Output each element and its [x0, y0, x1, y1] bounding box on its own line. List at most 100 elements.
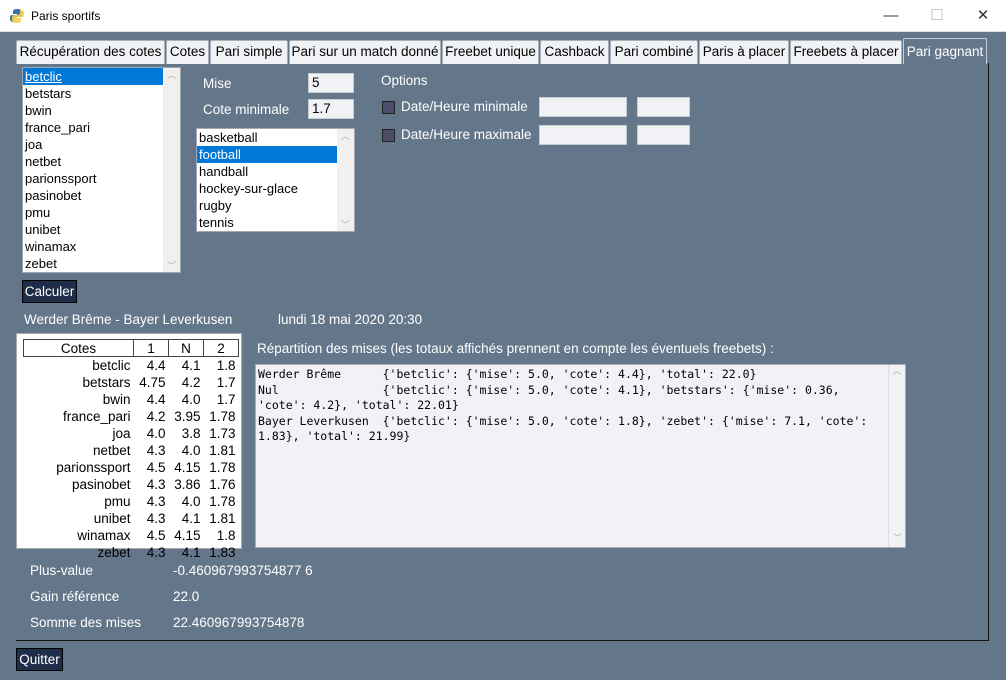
chevron-up-icon[interactable]: ︿ — [163, 68, 180, 81]
close-button[interactable]: ✕ — [960, 0, 1006, 32]
python-icon — [10, 9, 24, 23]
tab-1[interactable]: Cotes — [166, 40, 209, 64]
scrollbar[interactable]: ︿ ﹀ — [888, 365, 905, 547]
tab-6[interactable]: Pari combiné — [610, 40, 698, 64]
bookmaker-item[interactable]: zebet — [23, 255, 163, 272]
sport-item[interactable]: tennis — [197, 214, 337, 231]
bookmaker-item[interactable]: pasinobet — [23, 187, 163, 204]
result-label: Plus-value — [30, 563, 94, 578]
repartition-label: Répartition des mises (les totaux affich… — [257, 341, 774, 356]
table-cell: 4.5 — [146, 528, 166, 543]
quitter-button[interactable]: Quitter — [16, 648, 63, 671]
sport-listbox[interactable]: basketball football handball hockey-sur-gla… — [196, 128, 355, 232]
sport-item[interactable]: hockey-sur-glace — [197, 180, 337, 197]
table-cell: bwin — [102, 392, 131, 407]
column-header[interactable]: 1 — [133, 339, 169, 357]
table-row: betstars 4.75 4.2 1.7 — [24, 374, 239, 391]
table-cell: 1.8 — [216, 528, 236, 543]
tab-7[interactable]: Paris à placer — [699, 40, 789, 64]
table-row: joa 4.0 3.8 1.73 — [24, 425, 239, 442]
date-max-date-input[interactable] — [539, 125, 627, 145]
table-cell: 1.78 — [209, 409, 236, 424]
bookmaker-item[interactable]: netbet — [23, 153, 163, 170]
column-header[interactable]: Cotes — [23, 339, 134, 357]
chevron-down-icon[interactable]: ﹀ — [337, 218, 354, 231]
table-row: pasinobet 4.3 3.86 1.76 — [24, 476, 239, 493]
repartition-textarea[interactable]: Werder Brême {'betclic': {'mise': 5.0, '… — [255, 364, 906, 548]
bookmaker-item[interactable]: unibet — [23, 221, 163, 238]
table-row: france_pari 4.2 3.95 1.78 — [24, 408, 239, 425]
date-min-date-input[interactable] — [539, 97, 627, 117]
calculer-button[interactable]: Calculer — [22, 280, 77, 303]
date-max-time-input[interactable] — [637, 125, 690, 145]
table-cell: 1.7 — [216, 392, 236, 407]
tab-9[interactable]: Pari gagnant — [903, 38, 987, 64]
table-cell: 4.15 — [174, 460, 201, 475]
mise-input[interactable]: 5 — [308, 73, 354, 93]
minimize-button[interactable]: — — [868, 0, 914, 32]
table-row: parionssport 4.5 4.15 1.78 — [24, 459, 239, 476]
bookmaker-item[interactable]: winamax — [23, 238, 163, 255]
sport-item[interactable]: football — [197, 146, 337, 163]
tab-8[interactable]: Freebets à placer — [790, 40, 902, 64]
sport-item[interactable]: basketball — [197, 129, 337, 146]
table-cell: 4.5 — [146, 460, 166, 475]
sport-item[interactable]: rugby — [197, 197, 337, 214]
table-cell: 4.3 — [146, 477, 166, 492]
maximize-button[interactable]: ☐ — [914, 0, 960, 32]
chevron-up-icon[interactable]: ︿ — [889, 365, 905, 381]
tab-3[interactable]: Pari sur un match donné — [289, 40, 441, 64]
table-cell: unibet — [93, 511, 131, 526]
scrollbar[interactable]: ︿ ﹀ — [337, 129, 354, 231]
chevron-down-icon[interactable]: ﹀ — [889, 532, 906, 548]
table-cell: 1.81 — [209, 511, 236, 526]
table-cell: 3.86 — [174, 477, 201, 492]
bookmaker-item[interactable]: france_pari — [23, 119, 163, 136]
options-label: Options — [381, 73, 428, 88]
cote-minimale-input[interactable]: 1.7 — [308, 99, 354, 119]
bookmaker-listbox[interactable]: betclic betstars bwin france_pari joa netbet p… — [22, 67, 181, 273]
bookmaker-item[interactable]: betclic — [23, 68, 163, 85]
bookmaker-item[interactable]: betstars — [23, 85, 163, 102]
table-row: netbet 4.3 4.0 1.81 — [24, 442, 239, 459]
table-cell: 4.1 — [181, 358, 201, 373]
bookmaker-item[interactable]: bwin — [23, 102, 163, 119]
table-row: winamax 4.5 4.15 1.8 — [24, 527, 239, 544]
result-label: Gain référence — [30, 589, 120, 604]
scrollbar[interactable]: ︿ ﹀ — [163, 68, 180, 272]
column-header[interactable]: N — [168, 339, 204, 357]
result-value: -0.460967993754877 6 — [173, 563, 313, 578]
tab-0[interactable]: Récupération des cotes — [16, 40, 165, 64]
result-label: Somme des mises — [30, 615, 142, 630]
sport-item[interactable]: handball — [197, 163, 337, 180]
table-cell: 1.81 — [209, 443, 236, 458]
table-cell: 4.1 — [181, 511, 201, 526]
table-cell: 4.3 — [146, 511, 166, 526]
date-min-time-input[interactable] — [637, 97, 690, 117]
table-cell: 4.0 — [181, 494, 201, 509]
table-cell: 1.7 — [216, 375, 236, 390]
chevron-up-icon[interactable]: ︿ — [337, 129, 354, 142]
tab-5[interactable]: Cashback — [540, 40, 609, 64]
chevron-down-icon[interactable]: ﹀ — [163, 259, 180, 272]
bookmaker-item[interactable]: parionssport — [23, 170, 163, 187]
tab-4[interactable]: Freebet unique — [442, 40, 539, 64]
bookmaker-item[interactable]: joa — [23, 136, 163, 153]
column-header[interactable]: 2 — [203, 339, 239, 357]
bookmaker-item[interactable]: pmu — [23, 204, 163, 221]
date-min-checkbox[interactable] — [382, 101, 395, 114]
table-cell: zebet — [97, 545, 131, 560]
table-cell: 1.76 — [209, 477, 236, 492]
match-name: Werder Brême - Bayer Leverkusen — [24, 312, 233, 327]
title-bar: Paris sportifs — ☐ ✕ — [0, 0, 1006, 32]
tab-2[interactable]: Pari simple — [210, 40, 288, 64]
result-value: 22.0 — [173, 589, 200, 604]
table-cell: betclic — [92, 358, 131, 373]
date-max-checkbox[interactable] — [382, 129, 395, 142]
table-cell: joa — [112, 426, 131, 441]
table-cell: 4.1 — [181, 545, 201, 560]
table-cell: 3.95 — [174, 409, 201, 424]
table-cell: 4.75 — [139, 375, 166, 390]
table-cell: 4.3 — [146, 443, 166, 458]
window-title: Paris sportifs — [31, 9, 101, 23]
